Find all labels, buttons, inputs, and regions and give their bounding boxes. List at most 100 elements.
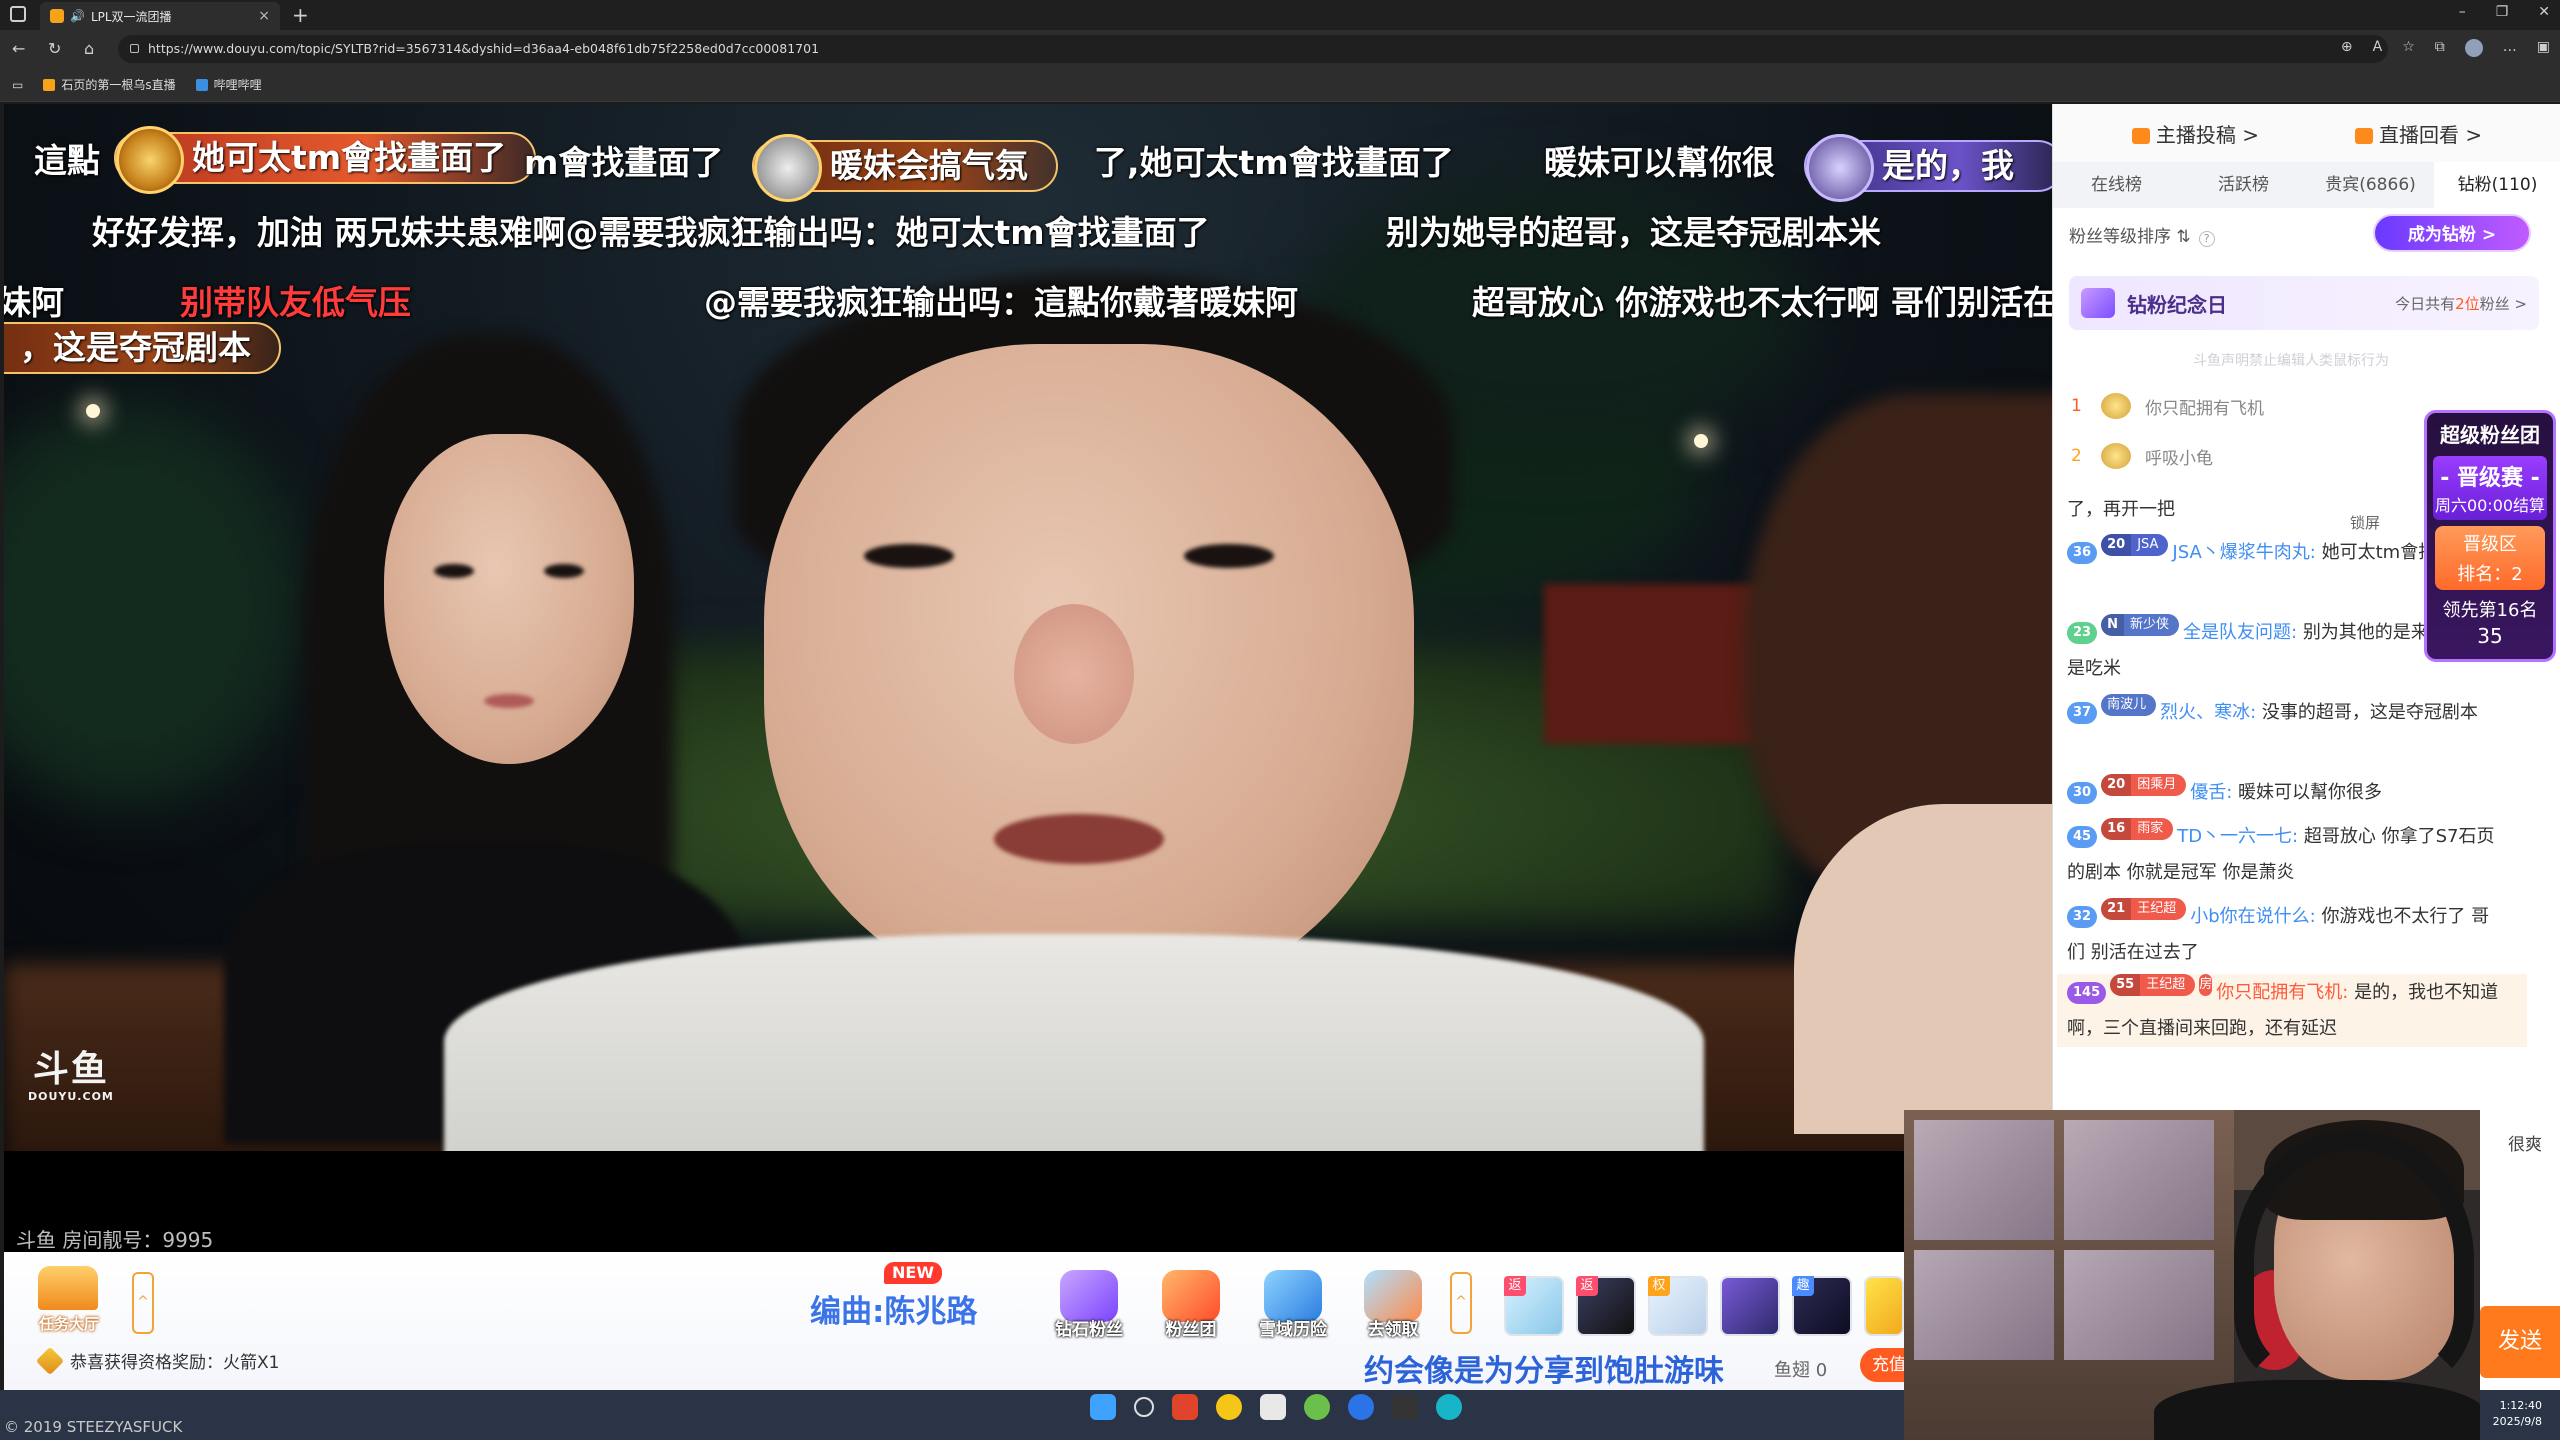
diamond-icon (2081, 288, 2115, 318)
fan-badge[interactable]: 21 王纪超 (2101, 898, 2187, 920)
tab-active-rank[interactable]: 活跃榜 (2180, 162, 2307, 208)
close-tab-icon[interactable]: × (258, 8, 270, 24)
chat-username[interactable]: 你只配拥有飞机: (2216, 982, 2348, 1003)
fan-badge[interactable]: 20 JSA (2101, 534, 2169, 556)
chrome-icon[interactable] (1304, 1394, 1330, 1420)
user-avatar (754, 134, 822, 202)
chat-username[interactable]: 優舌: (2190, 782, 2232, 803)
zoom-icon[interactable]: ⊕ (2341, 39, 2353, 57)
danmaku-text: 暖妹可以幫你很 (1544, 143, 1775, 182)
favorite-star-icon[interactable]: ☆ (2402, 39, 2415, 57)
expand-gifts-icon[interactable]: ^ (1450, 1272, 1472, 1334)
gift-item[interactable]: 返 (1504, 1276, 1564, 1336)
url-text: https://www.douyu.com/topic/SYLTB?rid=35… (148, 41, 820, 56)
slogan-text: 约会像是为分享到饱肚游味 (1364, 1354, 1724, 1389)
app-icon[interactable] (1392, 1394, 1418, 1420)
lock-screen-toggle[interactable]: 锁屏 (2350, 512, 2380, 533)
help-icon[interactable]: ? (2198, 231, 2215, 247)
edge-icon[interactable] (1436, 1394, 1462, 1420)
app-icon[interactable] (1172, 1394, 1198, 1420)
address-bar-row: ← ↻ ⌂ https://www.douyu.com/topic/SYLTB?… (0, 30, 2560, 68)
danmaku-text: 這點 (34, 141, 100, 180)
url-input[interactable]: https://www.douyu.com/topic/SYLTB?rid=35… (118, 35, 2388, 63)
chat-message: 3221 王纪超 小b你在说什么: 你游戏也不太行了 哥们 别活在过去了 (2067, 898, 2497, 971)
danmaku-pill: 是的，我 (1804, 134, 2052, 202)
chat-message-highlight: 14555 王纪超房你只配拥有飞机: 是的，我也不知道啊，三个直播间来回跑，还有延… (2057, 974, 2527, 1047)
user-avatar (1806, 134, 1874, 202)
minimize-icon[interactable]: – (2459, 4, 2466, 20)
refresh-icon[interactable]: ↻ (48, 39, 61, 58)
claim-reward-button[interactable]: 去领取 (1350, 1270, 1436, 1342)
app-icon[interactable] (1260, 1394, 1286, 1420)
fan-badge[interactable]: 南波儿 (2101, 694, 2157, 716)
diamond-memorial-banner[interactable]: 钻粉纪念日 今日共有2位粉丝 > (2069, 276, 2539, 330)
fan-badge[interactable]: 20 困乘月 (2101, 774, 2187, 796)
gift-item[interactable]: 权 (1648, 1276, 1708, 1336)
tab-online-rank[interactable]: 在线榜 (2053, 162, 2180, 208)
gift-item[interactable]: 返 (1576, 1276, 1636, 1336)
fan-badge[interactable]: 16 雨家 (2101, 818, 2174, 840)
app-icon[interactable] (1216, 1394, 1242, 1420)
replay-link[interactable]: 直播回看 > (2355, 119, 2482, 148)
super-fan-club-widget[interactable]: 超级粉丝团 - 晋级赛 - 周六00:00结算 晋级区 排名：2 领先第16名 … (2424, 410, 2556, 662)
danmaku-text: 超哥放心 你游戏也不太行啊 哥们别活在过去了 (1472, 283, 2052, 322)
fan-level-sort[interactable]: 粉丝等级排序 ⇅? (2069, 222, 2215, 247)
extensions-icon[interactable]: ⧉ (2435, 39, 2445, 57)
tab-vip[interactable]: 贵宾(6866) (2307, 162, 2434, 208)
read-aloud-icon[interactable]: A (2373, 39, 2383, 57)
danmaku-text: 别为她导的超哥，这是夺冠剧本米 (1386, 213, 1881, 252)
tab-actions-icon[interactable] (10, 6, 26, 22)
bookmarks-menu-icon[interactable]: ▭ (12, 78, 23, 92)
user-avatar (116, 126, 184, 194)
back-icon[interactable]: ← (12, 39, 25, 58)
browser-tab-active[interactable]: 🔊 LPL双一流团播 × (40, 2, 280, 30)
snow-adventure-button[interactable]: 雪域历险 (1250, 1270, 1336, 1342)
chat-username[interactable]: 小b你在说什么: (2190, 906, 2316, 927)
rocket-icon (35, 1346, 65, 1375)
gift-item[interactable]: 趣 (1792, 1276, 1852, 1336)
send-button[interactable]: 发送 (2480, 1306, 2560, 1378)
task-hall-icon (38, 1266, 98, 1310)
toolbar-icons: ⊕ A ☆ ⧉ … ▣ (2341, 39, 2550, 57)
headphones-icon (2234, 1130, 2474, 1390)
lock-icon[interactable] (130, 44, 139, 53)
sidebar-icon[interactable]: ▣ (2537, 39, 2550, 57)
chat-username[interactable]: JSA丶爆浆牛肉丸: (2172, 542, 2315, 563)
system-clock[interactable]: 1:12:40 2025/9/8 (2493, 1398, 2542, 1430)
window-controls: – ❐ ✕ (2459, 4, 2550, 20)
bookmark-item[interactable]: 哔哩哔哩 (195, 76, 262, 93)
home-icon[interactable]: ⌂ (84, 39, 94, 58)
search-icon[interactable] (1134, 1397, 1154, 1417)
new-tab-button[interactable]: + (292, 3, 309, 27)
diamond-fans-button[interactable]: 钻石粉丝 (1046, 1270, 1132, 1342)
become-diamond-fan-button[interactable]: 成为钻粉 > (2373, 214, 2531, 252)
fan-badge[interactable]: 55 王纪超 (2110, 974, 2196, 996)
danmaku-text: 别带队友低气压 (180, 283, 411, 322)
bookmark-item[interactable]: 石页的第一根乌s直播 (43, 76, 176, 93)
room-manager-badge: 房 (2199, 974, 2213, 996)
live-video-frame[interactable]: 斗鱼 DOUYU.COM 這點 她可太tm會找畫面了 m會找畫面了 暖妹会搞气氛… (4, 104, 2052, 1151)
webcam-overlay (1904, 1110, 2480, 1440)
crown-icon (2101, 443, 2131, 469)
app-icon[interactable] (1348, 1394, 1374, 1420)
close-window-icon[interactable]: ✕ (2538, 4, 2550, 20)
speaker-icon[interactable]: 🔊 (70, 9, 85, 23)
windows-start-icon[interactable] (1090, 1394, 1116, 1420)
tab-diamond-fans[interactable]: 钻粉(110) (2434, 162, 2560, 208)
profile-avatar[interactable] (2464, 39, 2483, 57)
more-icon[interactable]: … (2503, 39, 2517, 57)
chat-username[interactable]: 全是队友问题: (2183, 622, 2297, 643)
gift-item[interactable] (1864, 1276, 1904, 1336)
douyu-watermark-logo: 斗鱼 DOUYU.COM (28, 1049, 114, 1104)
gift-item[interactable] (1720, 1276, 1780, 1336)
restore-icon[interactable]: ❐ (2496, 4, 2509, 20)
fan-club-button[interactable]: 粉丝团 (1148, 1270, 1234, 1342)
streamer-submission-link[interactable]: 主播投稿 > (2131, 119, 2259, 148)
fan-badge[interactable]: N 新少侠 (2101, 614, 2179, 636)
chat-username[interactable]: 烈火、寒冰: (2160, 702, 2256, 723)
chat-username[interactable]: TD丶一六一七: (2177, 826, 2298, 847)
collapse-arrow-icon[interactable]: ^ (132, 1272, 154, 1334)
video-player[interactable]: 斗鱼 DOUYU.COM 這點 她可太tm會找畫面了 m會找畫面了 暖妹会搞气氛… (4, 104, 2052, 1252)
task-hall-button[interactable]: 任务大厅 (28, 1266, 110, 1334)
reward-box-icon (1364, 1270, 1422, 1322)
